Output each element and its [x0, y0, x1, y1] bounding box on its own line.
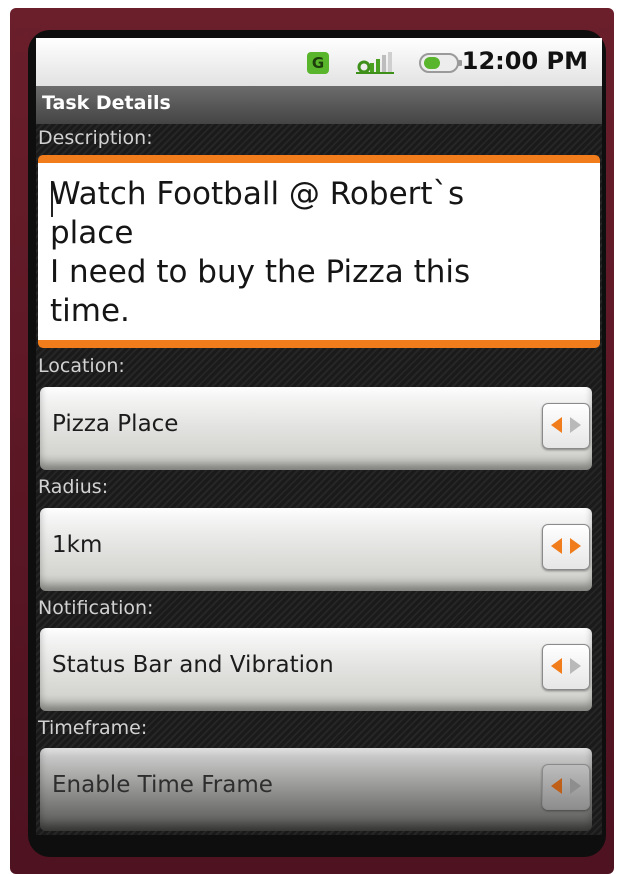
notification-label: Notification: [38, 597, 154, 619]
location-spinner-button[interactable] [542, 403, 590, 449]
description-label: Description: [38, 127, 153, 149]
phone-screen: G 12:00 PM Task Details Description: Wat… [36, 38, 602, 835]
page-title: Task Details [42, 92, 171, 114]
spinner-arrows-icon [551, 417, 581, 433]
description-field[interactable]: Watch Football @ Robert`s place I need t… [38, 155, 600, 348]
title-bar: Task Details [36, 86, 602, 124]
notification-spinner-button[interactable] [542, 644, 590, 690]
notification-value: Status Bar and Vibration [52, 652, 334, 678]
signal-strength-icon [356, 52, 394, 74]
timeframe-value: Enable Time Frame [52, 772, 273, 798]
location-value: Pizza Place [52, 411, 179, 437]
timeframe-spinner-button[interactable] [542, 764, 590, 810]
location-spinner[interactable]: Pizza Place [40, 387, 592, 470]
location-label: Location: [38, 355, 125, 377]
battery-icon [419, 53, 462, 73]
spinner-arrows-icon [551, 778, 581, 794]
description-text: Watch Football @ Robert`s place I need t… [50, 176, 471, 329]
status-clock: 12:00 PM [461, 47, 588, 75]
spinner-arrows-icon [551, 538, 581, 554]
radius-spinner-button[interactable] [542, 524, 590, 570]
network-type-icon: G [307, 52, 329, 74]
radius-label: Radius: [38, 476, 109, 498]
spinner-arrows-icon [551, 658, 581, 674]
notification-spinner[interactable]: Status Bar and Vibration [40, 628, 592, 711]
timeframe-spinner[interactable]: Enable Time Frame [40, 748, 592, 831]
status-bar: G 12:00 PM [36, 38, 602, 86]
timeframe-label: Timeframe: [38, 717, 148, 739]
radius-value: 1km [52, 532, 103, 558]
radius-spinner[interactable]: 1km [40, 508, 592, 591]
